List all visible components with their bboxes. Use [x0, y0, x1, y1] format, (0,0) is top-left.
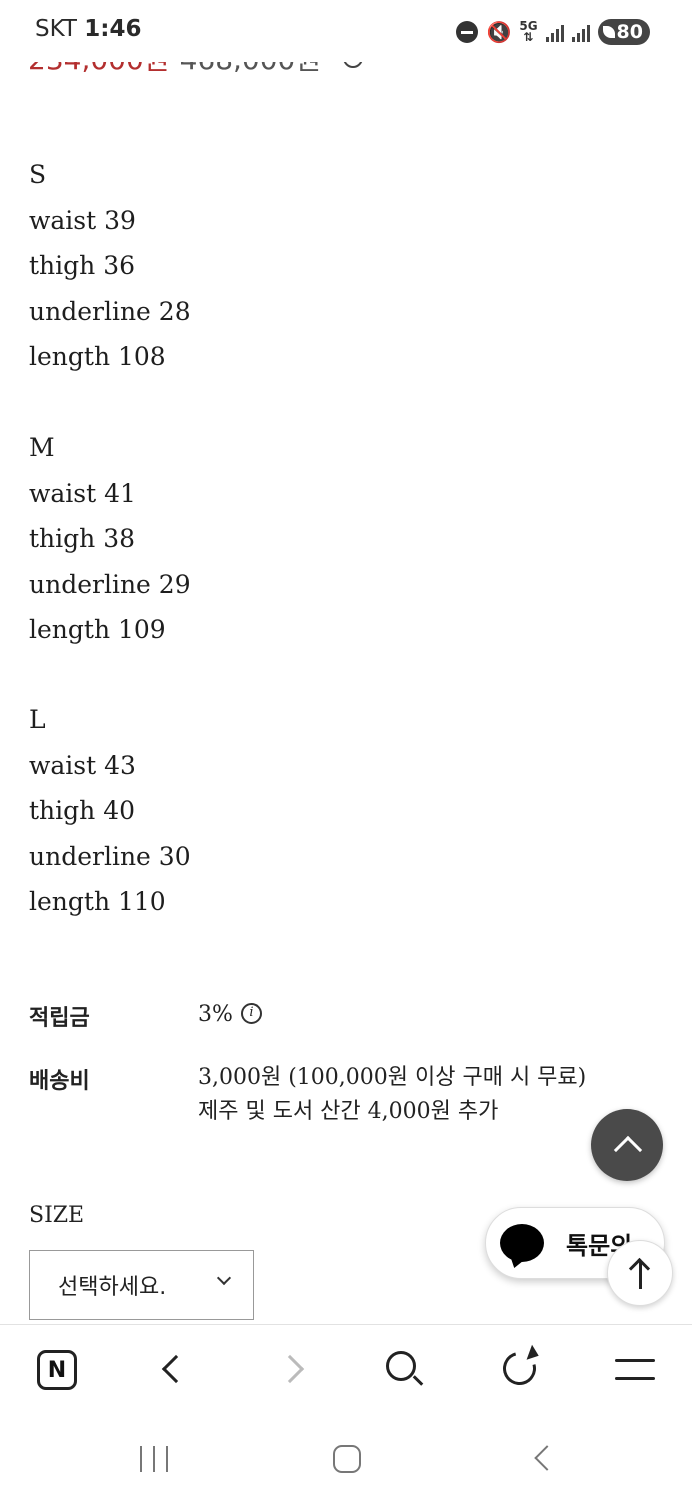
shipping-label: 배송비 [29, 1069, 90, 1094]
size-thigh: thigh 40 [29, 796, 136, 825]
signal-icon-2 [571, 22, 590, 42]
browser-menu-button[interactable] [610, 1345, 660, 1395]
browser-toolbar: N [0, 1324, 692, 1414]
browser-back-button[interactable] [150, 1345, 200, 1395]
browser-search-button[interactable] [380, 1345, 430, 1395]
battery-indicator: 80 [597, 19, 650, 45]
status-icons: 🔇 5G ⇅ 80 [456, 18, 650, 46]
chat-bubble-icon [500, 1224, 544, 1262]
chevron-right-icon [275, 1354, 305, 1384]
naver-icon: N [37, 1350, 77, 1390]
browser-forward-button[interactable] [270, 1345, 320, 1395]
chevron-left-icon [161, 1354, 191, 1384]
size-length: length 109 [29, 615, 166, 644]
network-type-icon: 5G ⇅ [519, 19, 538, 44]
size-name: M [29, 433, 55, 462]
points-info-icon[interactable]: i [240, 1002, 262, 1024]
back-button[interactable] [534, 1445, 560, 1471]
points-value-row: 3% i [198, 998, 262, 1032]
points-value: 3% [198, 1002, 233, 1027]
shipping-value: 3,000원 (100,000원 이상 구매 시 무료) 제주 및 도서 산간 … [198, 1061, 586, 1129]
size-select-value: 선택하세요. [58, 1275, 167, 1300]
menu-icon [615, 1359, 655, 1395]
size-waist: waist 41 [29, 478, 136, 508]
chevron-down-icon [216, 1270, 232, 1286]
browser-refresh-button[interactable] [496, 1344, 546, 1395]
scroll-top-button[interactable] [607, 1240, 673, 1306]
mute-icon: 🔇 [486, 20, 512, 44]
size-length: length 108 [29, 342, 166, 371]
size-underline: underline 29 [29, 569, 191, 599]
do-not-disturb-icon [456, 21, 479, 43]
size-thigh: thigh 36 [29, 251, 136, 280]
power-saving-icon [602, 26, 615, 38]
recents-button[interactable] [140, 1446, 168, 1472]
size-name: L [29, 705, 46, 734]
clock: 1:46 [84, 16, 142, 42]
signal-icon [545, 22, 564, 42]
system-nav-bar [0, 1414, 692, 1500]
size-spec-m: M waist 41 thigh 38 underline 29 length … [29, 425, 191, 653]
size-spec-s: S waist 39 thigh 36 underline 28 length … [29, 152, 191, 380]
size-spec-l: L waist 43 thigh 40 underline 30 length … [29, 697, 191, 925]
browser-home-button[interactable]: N [34, 1345, 84, 1395]
size-length: length 110 [29, 887, 166, 916]
scroll-up-button[interactable] [591, 1109, 663, 1181]
size-underline: underline 30 [29, 841, 191, 871]
status-bar: SKT 1:46 🔇 5G ⇅ 80 [0, 0, 692, 62]
battery-level: 80 [616, 21, 643, 43]
shipping-fee: 3,000원 (100,000원 이상 구매 시 무료) [198, 1065, 587, 1090]
shipping-extra: 제주 및 도서 산간 4,000원 추가 [198, 1099, 499, 1124]
search-icon [386, 1351, 416, 1381]
option-label: SIZE [29, 1203, 85, 1228]
size-name: S [29, 160, 47, 189]
points-label: 적립금 [29, 1006, 90, 1031]
size-thigh: thigh 38 [29, 524, 136, 553]
size-underline: underline 28 [29, 296, 191, 326]
size-select[interactable]: 선택하세요. [29, 1250, 254, 1320]
home-button[interactable] [333, 1445, 361, 1473]
size-waist: waist 43 [29, 750, 136, 780]
carrier-label: SKT [35, 16, 77, 42]
status-carrier-time: SKT 1:46 [35, 16, 141, 42]
size-waist: waist 39 [29, 205, 136, 235]
